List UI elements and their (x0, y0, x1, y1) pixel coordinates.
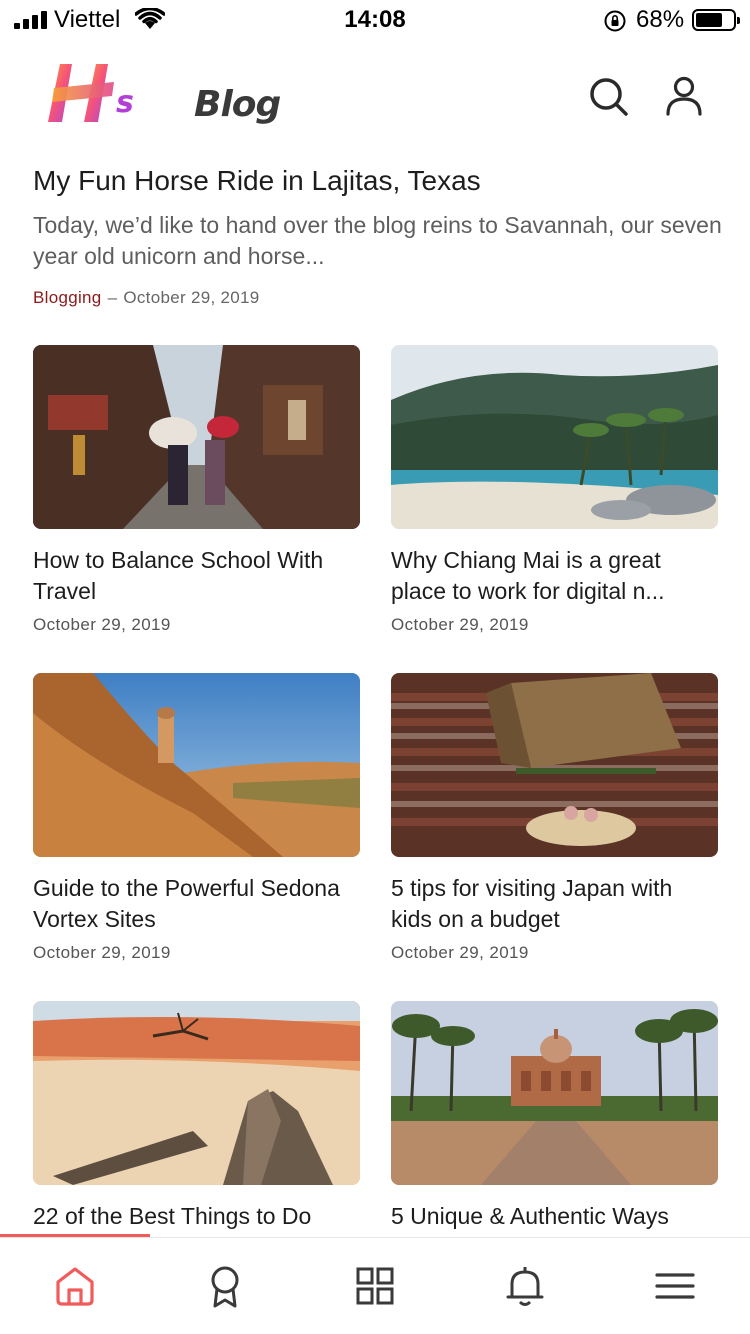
svg-text:s: s (116, 85, 134, 120)
post-date: October 29, 2019 (391, 943, 529, 962)
featured-title[interactable]: My Fun Horse Ride in Lajitas, Texas (33, 160, 723, 202)
post-card[interactable]: 22 of the Best Things to Do (33, 1001, 360, 1240)
post-card[interactable]: Why Chiang Mai is a great place to work … (391, 345, 718, 635)
logo-mark-icon: s (48, 64, 134, 122)
menu-icon (655, 1273, 695, 1299)
battery-percent: 68% (636, 6, 685, 33)
nav-categories[interactable] (353, 1264, 397, 1308)
featured-meta: Blogging – October 29, 2019 (33, 288, 723, 308)
featured-excerpt: Today, we’d like to hand over the blog r… (33, 212, 722, 269)
featured-article[interactable]: My Fun Horse Ride in Lajitas, Texas Toda… (33, 160, 723, 308)
post-title[interactable]: 5 Unique & Authentic Ways (391, 1201, 718, 1232)
post-date: October 29, 2019 (33, 943, 171, 962)
post-thumbnail[interactable] (33, 1001, 360, 1185)
nav-menu[interactable] (653, 1264, 697, 1308)
nav-awards[interactable] (203, 1264, 247, 1308)
post-title[interactable]: Why Chiang Mai is a great place to work … (391, 545, 718, 607)
app-screen: Viettel 14:08 68% s Blog My Fun Horse Ri… (0, 0, 750, 1334)
post-thumbnail[interactable] (391, 1001, 718, 1185)
post-card[interactable]: How to Balance School With Travel Octobe… (33, 345, 360, 635)
post-thumbnail[interactable] (391, 345, 718, 529)
post-title[interactable]: 22 of the Best Things to Do (33, 1201, 360, 1232)
logo-text: Blog (194, 84, 281, 125)
category-link[interactable]: Blogging (33, 288, 102, 307)
user-icon (666, 76, 702, 116)
search-icon (590, 78, 628, 116)
orientation-lock-icon (604, 10, 626, 32)
account-button[interactable] (662, 74, 706, 118)
search-button[interactable] (586, 74, 630, 118)
post-title[interactable]: Guide to the Powerful Sedona Vortex Site… (33, 873, 360, 935)
tropical-beach-photo (391, 345, 718, 529)
post-title[interactable]: How to Balance School With Travel (33, 545, 360, 607)
post-date: October 29, 2019 (391, 615, 529, 634)
post-thumbnail[interactable] (33, 673, 360, 857)
status-bar: Viettel 14:08 68% (0, 0, 750, 40)
home-icon (56, 1267, 94, 1306)
nav-notifications[interactable] (503, 1264, 547, 1308)
kyoto-street-photo (33, 345, 360, 529)
palace-palms-photo (391, 1001, 718, 1185)
grid-icon (356, 1267, 394, 1305)
post-card[interactable]: Guide to the Powerful Sedona Vortex Site… (33, 673, 360, 963)
award-icon (211, 1266, 239, 1308)
post-card[interactable]: 5 Unique & Authentic Ways (391, 1001, 718, 1240)
featured-date: October 29, 2019 (123, 288, 260, 307)
sumo-arena-photo (391, 673, 718, 857)
app-header: s Blog (0, 50, 750, 140)
canyon-hoodoo-photo (33, 673, 360, 857)
post-title[interactable]: 5 tips for visiting Japan with kids on a… (391, 873, 718, 935)
bell-icon (506, 1267, 544, 1306)
post-card[interactable]: 5 tips for visiting Japan with kids on a… (391, 673, 718, 963)
post-date: October 29, 2019 (33, 615, 171, 634)
battery-icon (692, 9, 740, 31)
post-thumbnail[interactable] (391, 673, 718, 857)
logo[interactable]: s Blog (46, 62, 281, 128)
bottom-nav (0, 1237, 750, 1334)
meta-separator: – (107, 288, 118, 307)
desert-dead-tree-photo (33, 1001, 360, 1185)
post-thumbnail[interactable] (33, 345, 360, 529)
nav-home[interactable] (53, 1264, 97, 1308)
